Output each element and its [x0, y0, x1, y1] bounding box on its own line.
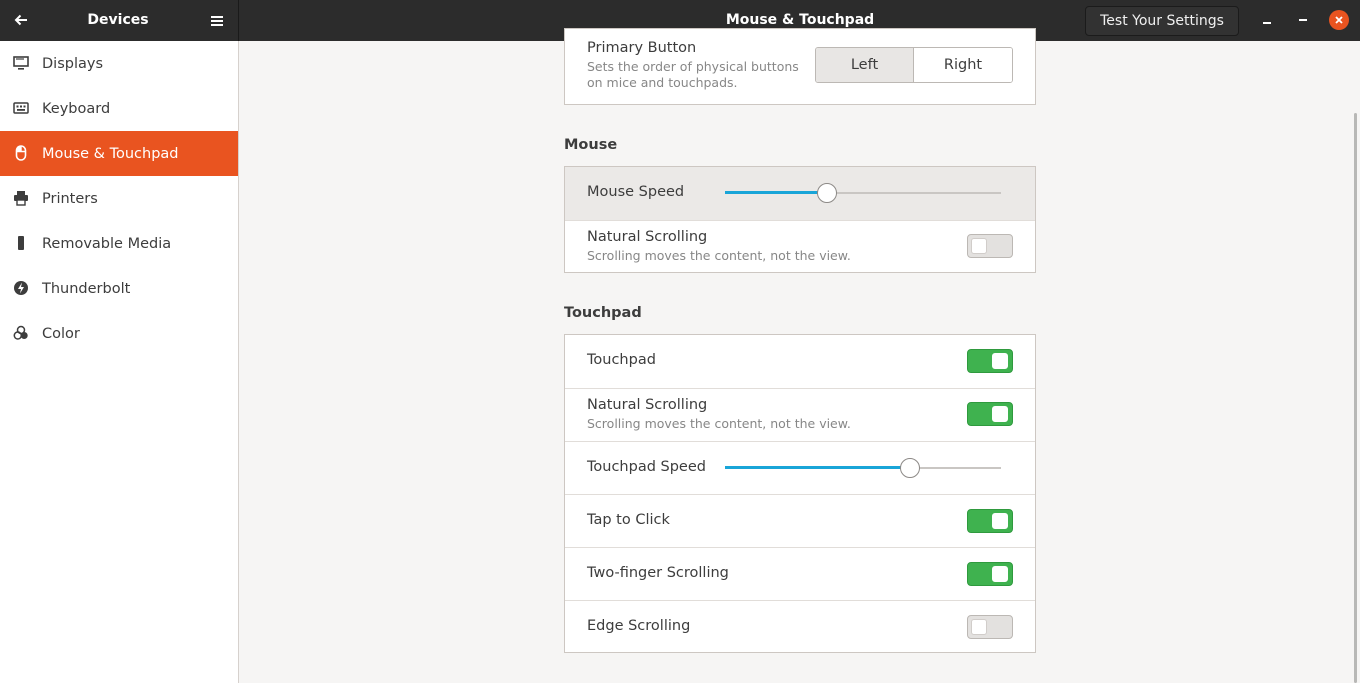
toggle-knob — [992, 566, 1008, 582]
minimize-icon — [1263, 22, 1271, 24]
touchpad-natural-scrolling-row: Natural Scrolling Scrolling moves the co… — [565, 388, 1035, 441]
content-scrollbar[interactable] — [1354, 113, 1357, 683]
sidebar-item-label: Mouse & Touchpad — [42, 145, 179, 162]
printer-icon — [13, 190, 29, 206]
edge-scrolling-row: Edge Scrolling — [565, 600, 1035, 652]
mouse-icon — [13, 145, 29, 161]
sidebar-header: Devices — [0, 0, 239, 41]
keyboard-icon — [13, 100, 29, 116]
sidebar-item-keyboard[interactable]: Keyboard — [0, 86, 238, 131]
slider-fill — [725, 466, 910, 469]
sidebar-item-label: Printers — [42, 190, 98, 207]
close-button[interactable] — [1329, 10, 1349, 30]
primary-button-selector: Left Right — [815, 47, 1013, 83]
primary-button-row: Primary Button Sets the order of physica… — [565, 29, 1035, 104]
sidebar-item-thunderbolt[interactable]: Thunderbolt — [0, 266, 238, 311]
tap-to-click-toggle[interactable] — [967, 509, 1013, 533]
test-settings-button[interactable]: Test Your Settings — [1085, 6, 1239, 36]
usb-drive-icon — [13, 235, 29, 251]
toggle-knob — [992, 353, 1008, 369]
mouse-natural-scrolling-subtitle: Scrolling moves the content, not the vie… — [587, 248, 851, 263]
sidebar-item-label: Keyboard — [42, 100, 111, 117]
back-button[interactable] — [8, 7, 34, 33]
mouse-natural-scrolling-row: Natural Scrolling Scrolling moves the co… — [565, 220, 1035, 272]
sidebar-item-label: Thunderbolt — [42, 280, 131, 297]
primary-button-subtitle-line2: on mice and touchpads. — [587, 75, 738, 90]
edge-scrolling-label: Edge Scrolling — [587, 618, 691, 634]
display-icon — [13, 55, 29, 71]
sidebar-item-label: Removable Media — [42, 235, 172, 252]
close-icon — [1335, 16, 1343, 24]
mouse-section-title: Mouse — [564, 137, 618, 153]
touchpad-natural-scrolling-subtitle: Scrolling moves the content, not the vie… — [587, 416, 851, 431]
two-finger-scrolling-toggle[interactable] — [967, 562, 1013, 586]
menu-button[interactable] — [204, 8, 230, 34]
sidebar-item-label: Color — [42, 325, 80, 342]
toggle-knob — [992, 406, 1008, 422]
general-frame: Primary Button Sets the order of physica… — [564, 28, 1036, 105]
mouse-speed-row: Mouse Speed — [565, 167, 1035, 220]
sidebar-item-color[interactable]: Color — [0, 311, 238, 356]
mouse-frame: Mouse Speed Natural Scrolling Scrolling … — [564, 166, 1036, 273]
primary-right-button[interactable]: Right — [914, 48, 1012, 82]
touchpad-speed-slider[interactable] — [725, 458, 1001, 478]
primary-button-subtitle-line1: Sets the order of physical buttons — [587, 59, 799, 74]
touchpad-section-title: Touchpad — [564, 305, 642, 321]
touchpad-enabled-toggle[interactable] — [967, 349, 1013, 373]
mouse-natural-scrolling-toggle[interactable] — [967, 234, 1013, 258]
tap-to-click-label: Tap to Click — [587, 512, 670, 528]
sidebar: Displays Keyboard Mouse & Touchpad Print… — [0, 41, 239, 683]
sidebar-item-removable-media[interactable]: Removable Media — [0, 221, 238, 266]
touchpad-natural-scrolling-toggle[interactable] — [967, 402, 1013, 426]
hamburger-menu-icon — [211, 16, 223, 26]
mouse-speed-label: Mouse Speed — [587, 184, 685, 200]
toggle-knob — [971, 238, 987, 254]
sidebar-item-displays[interactable]: Displays — [0, 41, 238, 86]
touchpad-frame: Touchpad Natural Scrolling Scrolling mov… — [564, 334, 1036, 653]
two-finger-scrolling-label: Two-finger Scrolling — [587, 565, 729, 581]
sidebar-item-label: Displays — [42, 55, 104, 72]
color-icon — [13, 325, 29, 341]
thunderbolt-icon — [13, 280, 29, 296]
sidebar-item-printers[interactable]: Printers — [0, 176, 238, 221]
tap-to-click-row: Tap to Click — [565, 494, 1035, 547]
two-finger-scrolling-row: Two-finger Scrolling — [565, 547, 1035, 600]
touchpad-speed-row: Touchpad Speed — [565, 441, 1035, 494]
touchpad-enabled-row: Touchpad — [565, 335, 1035, 388]
back-arrow-icon — [14, 14, 27, 26]
primary-button-title: Primary Button — [587, 40, 697, 56]
maximize-button[interactable] — [1293, 10, 1313, 30]
slider-handle[interactable] — [817, 183, 837, 203]
mouse-speed-slider[interactable] — [725, 183, 1001, 203]
touchpad-enabled-label: Touchpad — [587, 352, 656, 368]
edge-scrolling-toggle[interactable] — [967, 615, 1013, 639]
touchpad-speed-label: Touchpad Speed — [587, 459, 706, 475]
toggle-knob — [992, 513, 1008, 529]
touchpad-natural-scrolling-label: Natural Scrolling — [587, 397, 708, 413]
mouse-natural-scrolling-label: Natural Scrolling — [587, 229, 708, 245]
sidebar-item-mouse-touchpad[interactable]: Mouse & Touchpad — [0, 131, 238, 176]
slider-fill — [725, 191, 827, 194]
minimize-button[interactable] — [1257, 10, 1277, 30]
primary-left-button[interactable]: Left — [816, 48, 914, 82]
panel-title: Devices — [87, 12, 149, 28]
slider-handle[interactable] — [900, 458, 920, 478]
toggle-knob — [971, 619, 987, 635]
maximize-icon — [1299, 19, 1307, 21]
